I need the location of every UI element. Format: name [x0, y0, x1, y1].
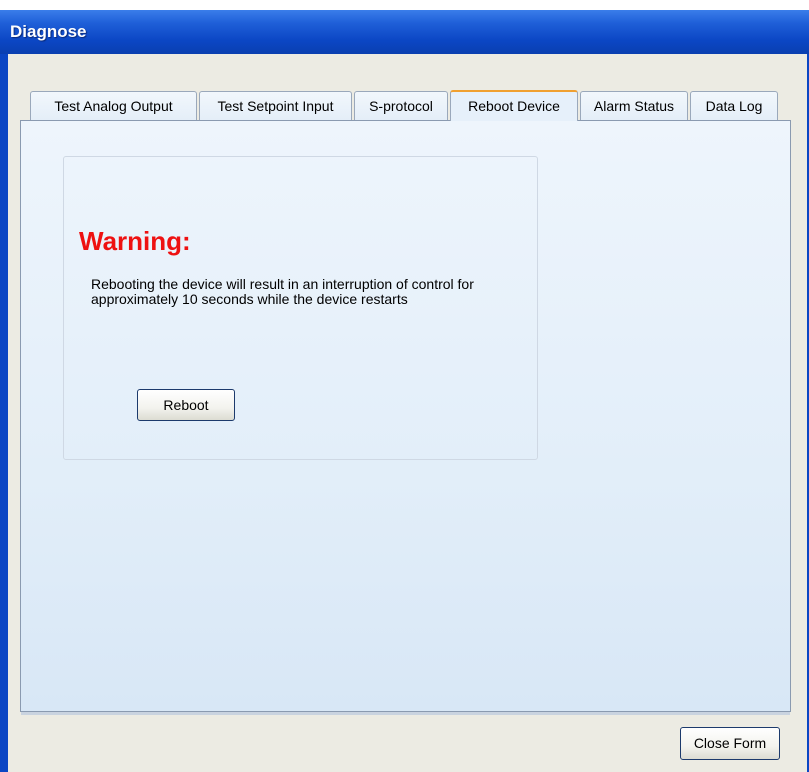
tab-test-analog-output[interactable]: Test Analog Output — [30, 91, 197, 120]
reboot-group-box — [63, 156, 538, 460]
warning-message: Rebooting the device will result in an i… — [91, 276, 474, 307]
tab-data-log[interactable]: Data Log — [690, 91, 778, 120]
tab-s-protocol[interactable]: S-protocol — [354, 91, 448, 120]
close-form-button[interactable]: Close Form — [680, 727, 780, 760]
title-bar[interactable]: Diagnose — [0, 10, 809, 54]
warning-title: Warning: — [79, 226, 191, 256]
tab-test-setpoint-input[interactable]: Test Setpoint Input — [199, 91, 352, 120]
tab-alarm-status[interactable]: Alarm Status — [580, 91, 688, 120]
window-title: Diagnose — [10, 22, 87, 41]
reboot-button[interactable]: Reboot — [137, 389, 235, 421]
tab-reboot-device[interactable]: Reboot Device — [450, 90, 578, 121]
